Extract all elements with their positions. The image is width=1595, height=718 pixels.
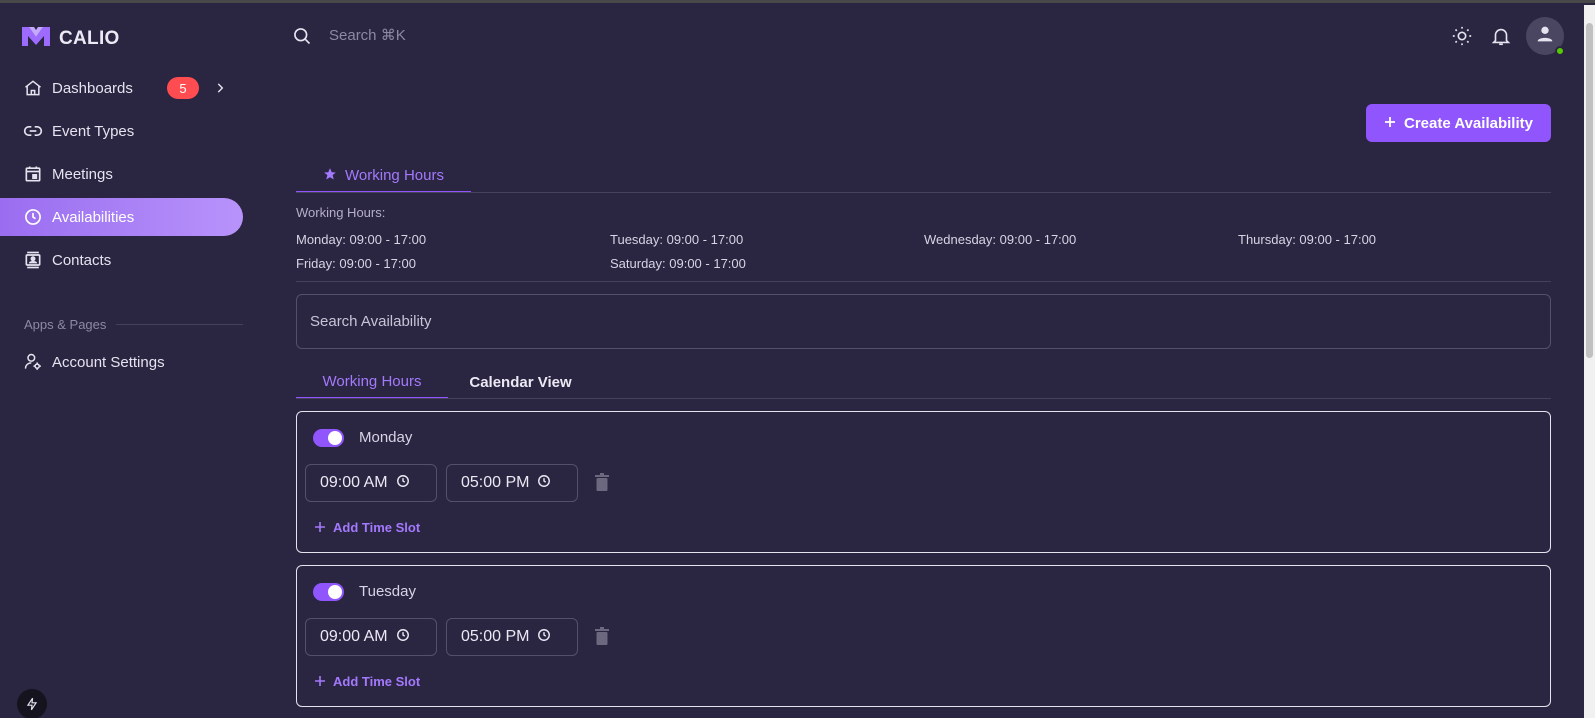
summary-divider [296,281,1551,282]
sidebar-item-account-settings[interactable]: Account Settings [0,343,243,381]
calendar-icon [23,164,43,184]
clock-icon[interactable] [396,628,410,647]
sidebar-item-contacts[interactable]: Contacts [0,241,243,279]
brand[interactable]: CALIO [21,25,120,52]
working-hours-entry: Thursday: 09:00 - 17:00 [1238,232,1377,247]
day-name: Monday [359,429,413,446]
sidebar-item-label: Event Types [52,122,135,140]
tab-divider [296,192,1551,193]
user-icon [1534,23,1556,50]
user-cog-icon [23,352,43,372]
sun-icon[interactable] [1451,25,1473,52]
add-time-slot-button[interactable]: Add Time Slot [315,520,420,535]
sidebar-item-event-types[interactable]: Event Types [0,112,243,150]
section-header-apps-pages: Apps & Pages [24,317,243,332]
add-time-slot-button[interactable]: Add Time Slot [315,674,420,689]
day-name: Tuesday [359,583,416,600]
day-card-tuesday: Tuesday 09:00 AM 05:00 PM Add Time Slot [296,565,1551,707]
clock-icon[interactable] [537,628,551,647]
sidebar-item-dashboards[interactable]: Dashboards 5 [0,69,243,107]
contacts-icon [23,250,43,270]
sidebar-item-label: Availabilities [52,208,135,226]
working-hours-entry: Monday: 09:00 - 17:00 [296,232,427,247]
bolt-icon[interactable] [17,689,47,718]
section-divider [116,324,243,325]
sidebar-item-availabilities[interactable]: Availabilities [0,198,243,236]
day-card-monday: Monday 09:00 AM 05:00 PM Add Time Slot [296,411,1551,553]
sidebar-item-label: Account Settings [52,353,165,371]
link-icon [23,121,43,141]
sidebar-item-label: Dashboards [52,79,133,97]
working-hours-summary: Monday: 09:00 - 17:00 Tuesday: 09:00 - 1… [296,232,1551,271]
tab-label: Working Hours [345,167,444,184]
plus-icon [315,674,325,689]
clock-icon [23,207,43,227]
toggle-knob [328,585,342,599]
create-availability-label: Create Availability [1404,114,1533,132]
global-search-input[interactable]: Search ⌘K [329,26,406,44]
day-toggle[interactable] [313,429,344,447]
scrollbar-thumb[interactable] [1586,23,1593,358]
tab-working-hours-view[interactable]: Working Hours [296,366,448,399]
working-hours-entry: Friday: 09:00 - 17:00 [296,256,416,271]
plus-icon [315,520,325,535]
chevron-right-icon[interactable] [210,78,230,98]
end-time-value: 05:00 PM [461,628,530,645]
add-time-slot-label: Add Time Slot [333,520,421,535]
tab-calendar-view[interactable]: Calendar View [448,366,593,399]
trash-icon[interactable] [594,473,610,496]
star-icon [323,167,337,185]
sidebar-item-label: Meetings [52,165,113,183]
working-hours-entry: Tuesday: 09:00 - 17:00 [610,232,744,247]
brand-name: CALIO [59,27,120,49]
end-time-value: 05:00 PM [461,474,530,491]
section-title: Apps & Pages [24,317,107,332]
brand-logo-icon [21,25,51,52]
subtab-divider [296,398,1551,399]
sidebar-item-meetings[interactable]: Meetings [0,155,243,193]
start-time-field[interactable]: 09:00 AM [305,464,437,502]
home-icon [23,78,43,98]
end-time-field[interactable]: 05:00 PM [446,464,578,502]
create-availability-button[interactable]: Create Availability [1366,104,1551,142]
start-time-value: 09:00 AM [320,474,388,491]
online-status-dot [1555,46,1565,56]
working-hours-entry: Saturday: 09:00 - 17:00 [610,256,746,271]
trash-icon[interactable] [594,627,610,650]
day-toggle[interactable] [313,583,344,601]
notification-badge: 5 [167,77,199,99]
end-time-field[interactable]: 05:00 PM [446,618,578,656]
toggle-knob [328,431,342,445]
working-hours-heading: Working Hours: [296,205,386,220]
add-time-slot-label: Add Time Slot [333,674,421,689]
tab-working-hours[interactable]: Working Hours [296,160,471,193]
page-scrollbar[interactable] [1584,5,1595,718]
start-time-value: 09:00 AM [320,628,388,645]
working-hours-entry: Wednesday: 09:00 - 17:00 [924,232,1077,247]
search-icon[interactable] [292,26,312,51]
plus-icon [1384,115,1396,132]
search-availability-input[interactable] [296,294,1551,349]
avatar[interactable] [1526,17,1565,56]
clock-icon[interactable] [396,474,410,493]
sidebar: CALIO Dashboards 5 Event Types Meetings … [0,3,260,718]
clock-icon[interactable] [537,474,551,493]
sidebar-item-label: Contacts [52,251,112,269]
start-time-field[interactable]: 09:00 AM [305,618,437,656]
bell-icon[interactable] [1490,25,1512,52]
